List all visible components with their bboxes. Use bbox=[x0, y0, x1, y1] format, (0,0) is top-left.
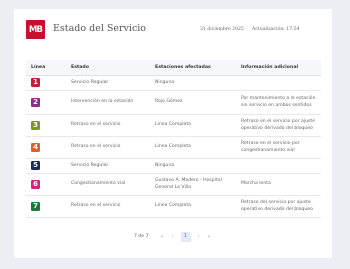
date-label: 31 diciembre 2025 bbox=[200, 27, 244, 32]
table-header-row: Línea Estado Estaciones afectadas Inform… bbox=[26, 60, 321, 76]
info-cell bbox=[236, 158, 321, 174]
column-header-info: Información adicional bbox=[236, 60, 321, 76]
line-badge: 7 bbox=[31, 201, 40, 211]
table-row: 2 Intervención en la estación Rojo Gómez Po… bbox=[26, 90, 321, 115]
status-table: Línea Estado Estaciones afectadas Inform… bbox=[26, 60, 321, 218]
stations-cell: Gustavo A. Madero - Hospital General La … bbox=[150, 173, 236, 196]
stations-cell: Línea Completa bbox=[150, 136, 236, 159]
line-badge: 5 bbox=[31, 161, 40, 171]
pagination: 7 de 7 « ‹ 1 › » bbox=[134, 231, 215, 242]
line-badge: 3 bbox=[31, 120, 40, 130]
line-cell: 3 bbox=[26, 114, 66, 137]
line-badge: 4 bbox=[31, 142, 40, 152]
stations-cell: Ninguna bbox=[150, 158, 236, 174]
status-cell: Intervención en la estación bbox=[66, 90, 150, 115]
pagination-info: 7 de 7 bbox=[134, 234, 149, 239]
status-cell: Retraso en el servicio bbox=[66, 136, 150, 159]
status-cell: Retraso en el servicio bbox=[66, 195, 150, 218]
metrobus-logo: MB bbox=[26, 20, 45, 39]
info-cell: Marcha lenta bbox=[236, 173, 321, 196]
info-cell: Retraso en el servicio por congestionami… bbox=[236, 136, 321, 159]
header: MB Estado del Servicio 31 diciembre 2025… bbox=[14, 9, 332, 45]
table-row: 3 Retraso en el servicio Línea Completa Ret… bbox=[26, 114, 321, 137]
column-header-stations: Estaciones afectadas bbox=[150, 60, 236, 76]
table-row: 7 Retraso en el servicio Línea Completa Ret… bbox=[26, 195, 321, 218]
service-status-card: MB Estado del Servicio 31 diciembre 2025… bbox=[14, 9, 332, 258]
page-title: Estado del Servicio bbox=[53, 23, 147, 34]
last-page-button[interactable]: » bbox=[208, 234, 211, 240]
column-header-line: Línea bbox=[26, 60, 66, 76]
info-cell: Por mantenimiento a la estación sin serv… bbox=[236, 90, 321, 115]
column-header-status: Estado bbox=[66, 60, 150, 76]
current-page-button[interactable]: 1 bbox=[180, 231, 191, 242]
table-row: 1 Servicio Regular Ninguna bbox=[26, 75, 321, 91]
stations-cell: Línea Completa bbox=[150, 114, 236, 137]
info-cell: Retraso en el servicio por ajuste operat… bbox=[236, 114, 321, 137]
info-cell bbox=[236, 75, 321, 91]
line-cell: 1 bbox=[26, 75, 66, 91]
info-cell: Retraso del servicio por ajuste operativ… bbox=[236, 195, 321, 218]
line-cell: 6 bbox=[26, 173, 66, 196]
line-cell: 4 bbox=[26, 136, 66, 159]
status-cell: Congestionamiento vial bbox=[66, 173, 150, 196]
next-page-button[interactable]: › bbox=[198, 234, 200, 240]
table-row: 6 Congestionamiento vial Gustavo A. Madero… bbox=[26, 173, 321, 196]
line-cell: 7 bbox=[26, 195, 66, 218]
first-page-button[interactable]: « bbox=[161, 234, 164, 240]
status-cell: Servicio Regular bbox=[66, 75, 150, 91]
stations-cell: Ninguna bbox=[150, 75, 236, 91]
status-cell: Servicio Regular bbox=[66, 158, 150, 174]
stations-cell: Rojo Gómez bbox=[150, 90, 236, 115]
line-badge: 6 bbox=[31, 179, 40, 189]
update-time-label: Actualización: 17:54 bbox=[252, 27, 300, 32]
status-cell: Retraso en el servicio bbox=[66, 114, 150, 137]
line-cell: 2 bbox=[26, 90, 66, 115]
previous-page-button[interactable]: ‹ bbox=[172, 234, 174, 240]
table-row: 5 Servicio Regular Ninguna bbox=[26, 158, 321, 174]
line-badge: 1 bbox=[31, 78, 40, 88]
stations-cell: Línea Completa bbox=[150, 195, 236, 218]
line-badge: 2 bbox=[31, 97, 40, 107]
table-row: 4 Retraso en el servicio Línea Completa Ret… bbox=[26, 136, 321, 159]
line-cell: 5 bbox=[26, 158, 66, 174]
